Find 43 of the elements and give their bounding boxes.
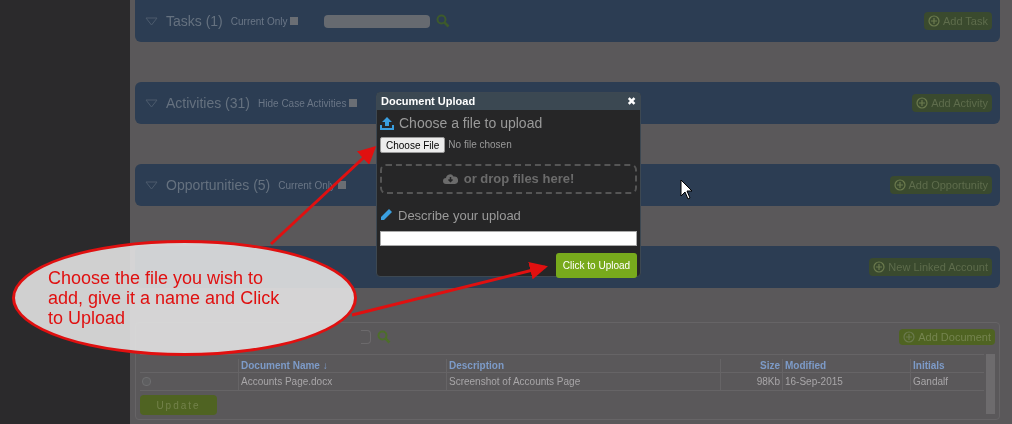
table-cell: 16-Sep-2015 — [782, 373, 910, 390]
table-cell: Screenshot of Accounts Page — [446, 373, 720, 390]
dialog-title: Document Upload — [381, 94, 476, 109]
filter-checkbox[interactable] — [337, 181, 346, 189]
choose-file-button[interactable]: Choose File — [380, 136, 446, 153]
search-icon[interactable] — [377, 330, 391, 344]
column-header[interactable]: Document Name ↓ — [238, 359, 446, 372]
field-label: Choose a file to upload — [399, 113, 543, 133]
upload-icon — [380, 116, 394, 130]
collapse-icon[interactable] — [145, 16, 158, 26]
column-header[interactable]: Description — [446, 359, 720, 372]
filter-checkbox[interactable] — [349, 99, 358, 107]
file-status: No file chosen — [448, 138, 512, 152]
filter-label: Current Only — [230, 14, 288, 29]
cloud-download-icon — [442, 173, 458, 184]
column-header[interactable]: Initials — [910, 359, 984, 372]
plus-circle-icon — [903, 331, 916, 343]
table-cell: 98Kb — [720, 373, 782, 390]
field-label: Describe your upload — [398, 206, 521, 225]
plus-circle-icon — [916, 97, 929, 109]
description-field[interactable] — [380, 231, 637, 246]
pencil-icon — [380, 209, 392, 222]
table-cell: Accounts Page.docx — [238, 373, 446, 390]
callout-text: Choose the file you wish to add, give it a name and Click to Upload — [48, 268, 281, 328]
plus-circle-icon — [927, 15, 940, 27]
collapse-icon[interactable] — [145, 98, 158, 108]
plus-circle-icon — [893, 179, 906, 191]
column-header[interactable]: Size — [720, 359, 782, 372]
column-header[interactable]: Modified — [782, 359, 910, 372]
drop-zone[interactable]: or drop files here! — [380, 163, 637, 194]
collapse-icon[interactable] — [145, 180, 158, 190]
search-icon[interactable] — [436, 14, 451, 28]
table-cell: Gandalf — [910, 373, 984, 390]
close-button[interactable]: ✖ — [627, 95, 636, 107]
plus-circle-icon — [873, 261, 886, 273]
filter-label: Hide Case Activities — [258, 96, 347, 111]
section-title: Tasks (1) — [166, 11, 223, 31]
section-title: Activities (31) — [166, 93, 251, 113]
section-title: Opportunities (5) — [166, 175, 271, 195]
upload-button[interactable]: Click to Upload — [556, 253, 637, 278]
search-field[interactable] — [324, 14, 431, 28]
cursor-icon — [680, 179, 693, 200]
filter-checkbox[interactable] — [290, 17, 299, 25]
